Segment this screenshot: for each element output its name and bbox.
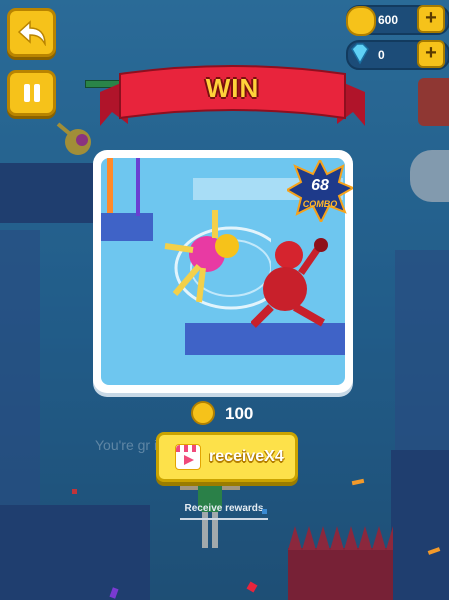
snapshot-bar (136, 158, 140, 216)
gem-value: 0 (378, 48, 385, 62)
reward-coin-icon (191, 401, 215, 425)
receive-x4-button[interactable]: receiveX4 (156, 432, 298, 482)
coin-icon (346, 6, 376, 36)
pause-icon (23, 84, 40, 102)
receive-x4-label: receiveX4 (209, 448, 284, 465)
enemy-boss-character (251, 238, 328, 328)
add-gems-button[interactable]: + (417, 40, 445, 68)
confetti (72, 489, 77, 494)
combo-count: 68 (311, 177, 329, 194)
combo-label: COMBO (302, 199, 338, 209)
receive-rewards-label: Receive rewards (184, 503, 264, 514)
reward-amount: 100 (225, 404, 254, 423)
pause-button[interactable] (7, 70, 56, 116)
confetti (262, 509, 267, 514)
snapshot-pillar (107, 158, 113, 213)
back-button[interactable] (7, 8, 56, 57)
win-title: WIN (205, 73, 260, 103)
video-clapper-icon (175, 444, 201, 470)
back-arrow-icon (17, 19, 46, 46)
receive-rewards-link[interactable]: Receive rewards (180, 503, 268, 520)
link-underline (180, 518, 268, 520)
coin-value: 600 (378, 13, 399, 27)
add-coins-button[interactable]: + (417, 5, 445, 33)
ragdoll-character (164, 210, 239, 303)
